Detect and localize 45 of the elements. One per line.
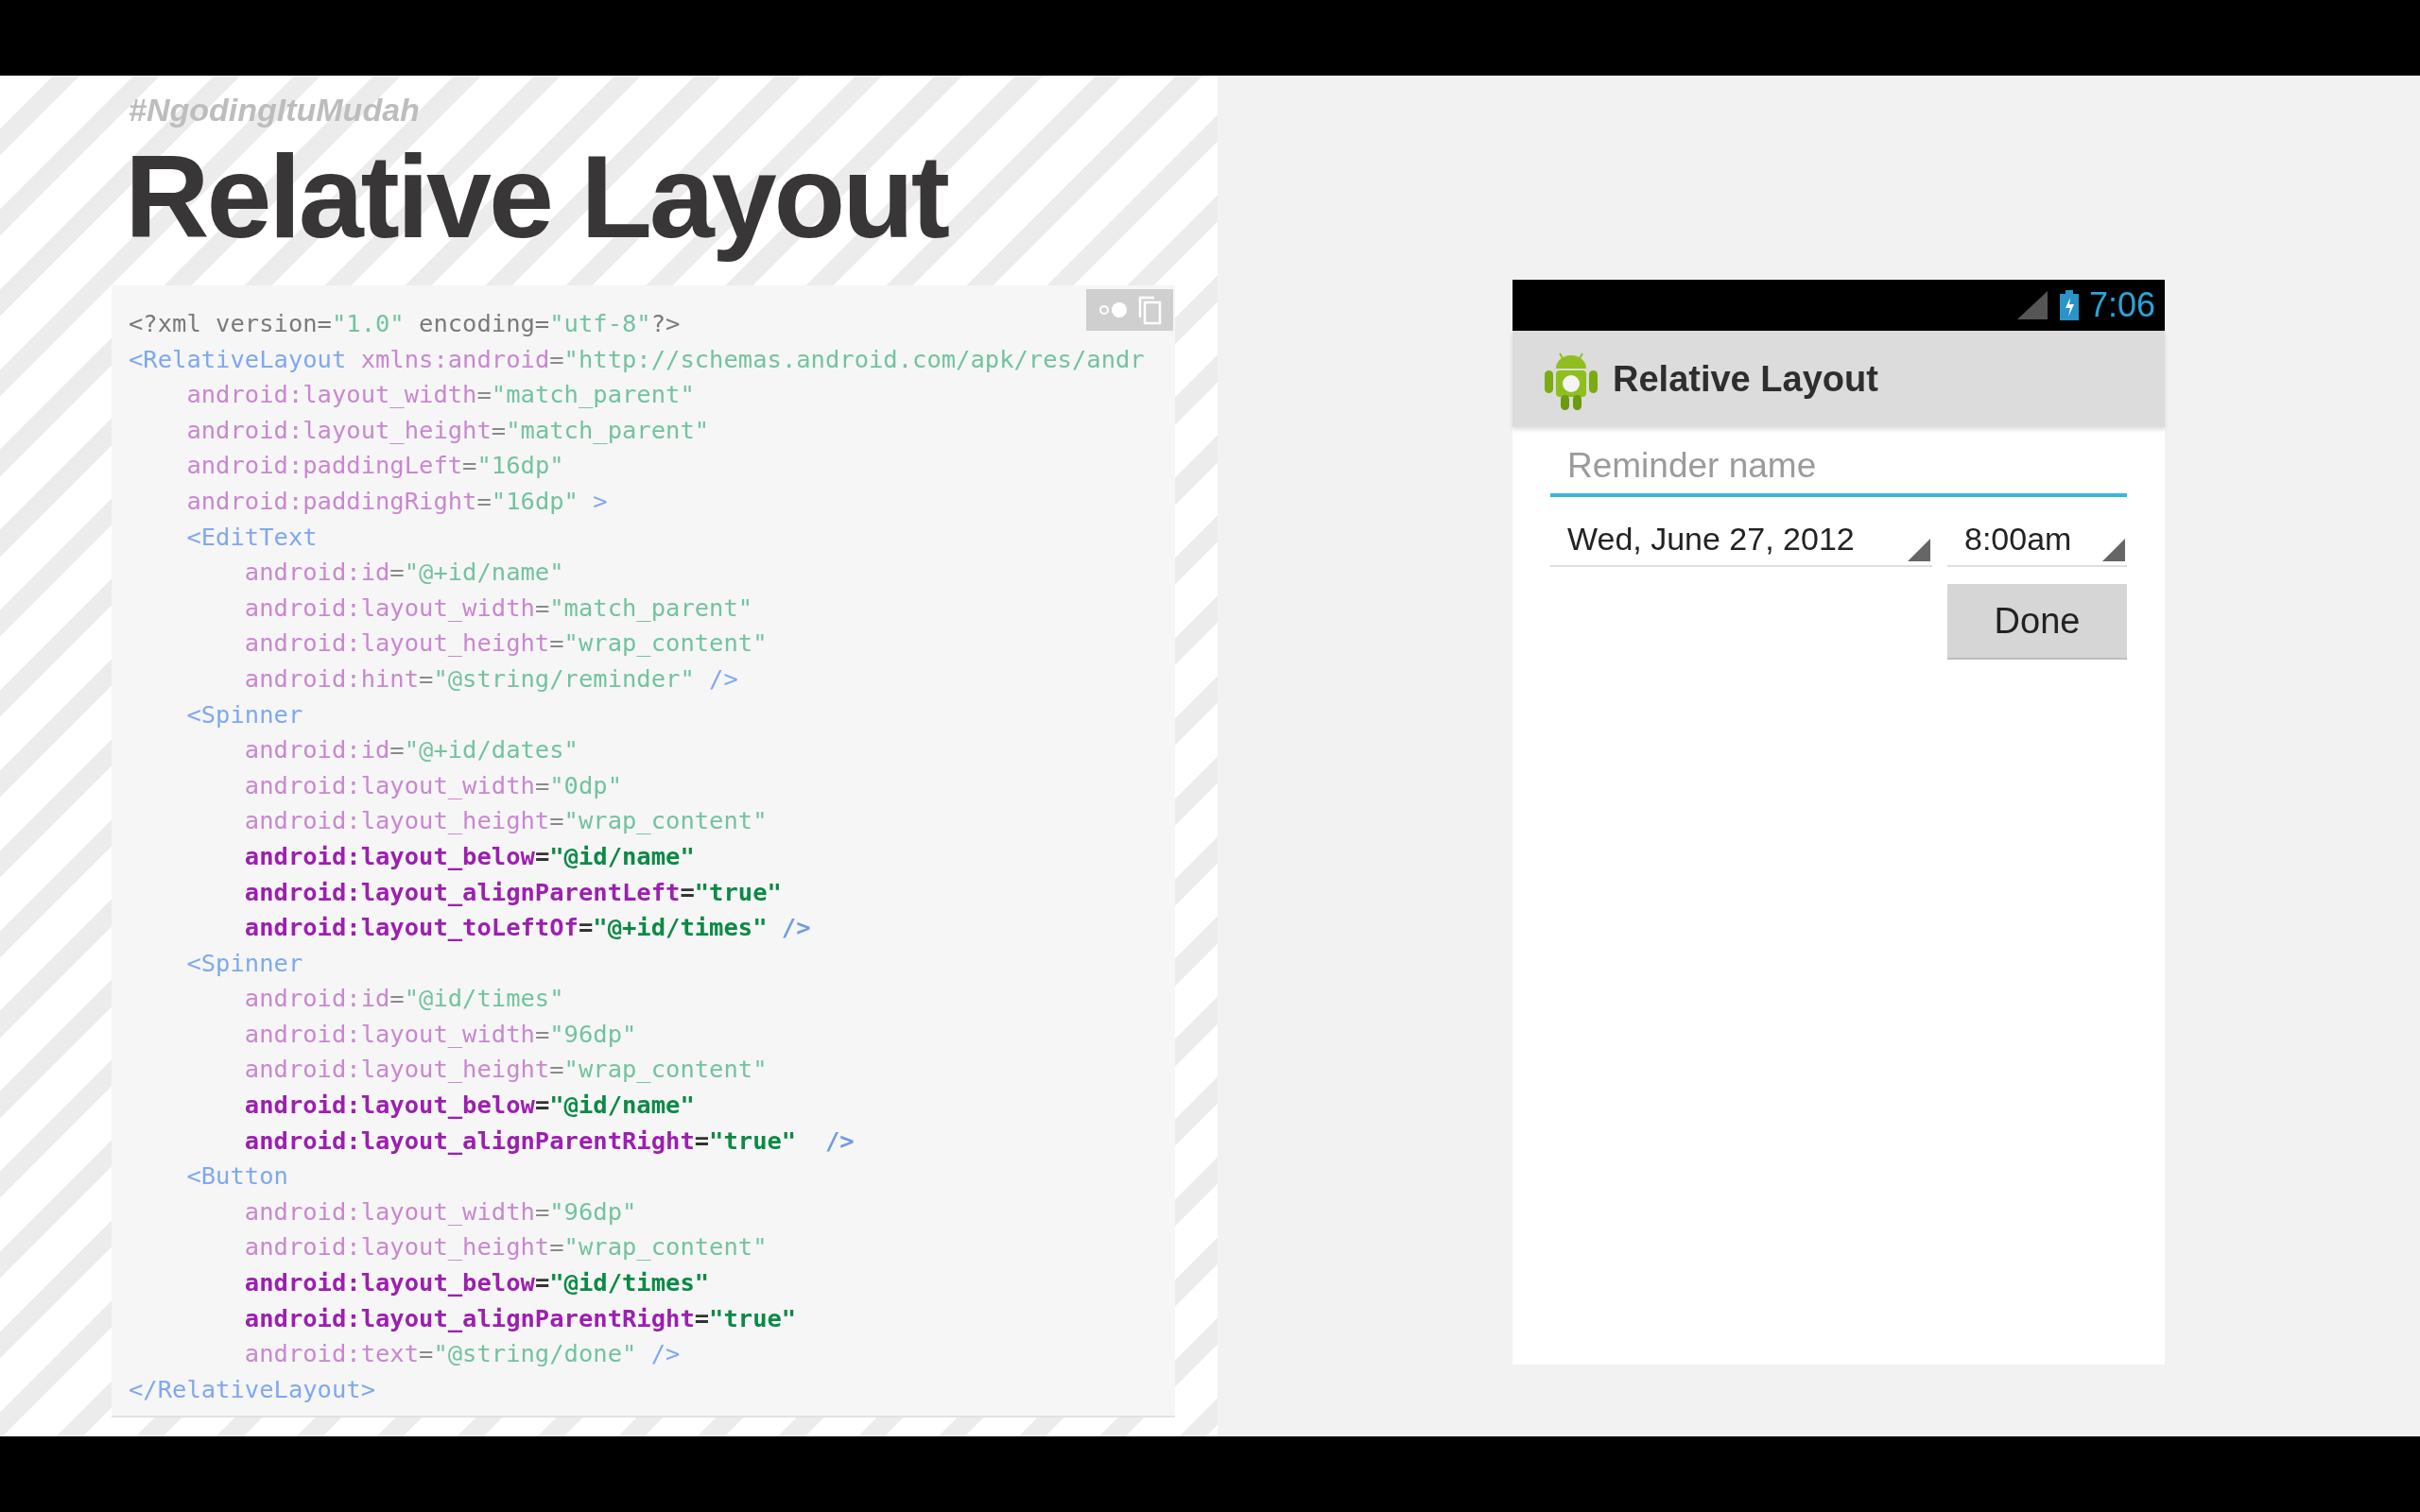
code-line: android:layout_width="0dp" [243,769,622,801]
code-line: android:layout_below="@id/name" [243,1090,695,1122]
code-line: android:layout_height="wrap_content" [243,1231,768,1263]
code-line: <Spinner [185,947,303,979]
code-line: android:layout_height="match_parent" [185,414,710,446]
code-line: android:layout_alignParentRight="true" [243,1302,797,1334]
code-line: </RelativeLayout> [129,1373,375,1405]
code-line: <?xml version="1.0" encoding="utf-8"?> [129,308,681,339]
code-line: <EditText [185,521,318,553]
code-line: android:layout_alignParentLeft="true" [243,876,782,908]
signal-icon [2016,291,2049,319]
copy-icon[interactable] [1137,295,1162,325]
dropdown-corner-icon [2102,539,2125,561]
code-line: android:layout_width="match_parent" [243,592,753,624]
code-line: android:layout_height="wrap_content" [243,805,768,837]
dropdown-corner-icon [1908,539,1930,561]
code-line: android:layout_width="96dp" [243,1018,637,1050]
app-title: Relative Layout [1613,357,1878,401]
code-line: android:paddingRight="16dp" > [185,485,608,517]
code-line: <Spinner [185,698,303,730]
battery-icon [2058,290,2080,320]
theme-toggle-icon[interactable] [1098,301,1130,318]
code-line: android:text="@string/done" /> [243,1338,681,1370]
slide-title: Relative Layout [125,130,947,263]
code-line: <RelativeLayout xmlns:android="http://schemas.android.com/apk/res/andr [129,343,1145,375]
code-line: android:layout_height="wrap_content" [243,627,768,660]
status-time: 7:06 [2088,284,2155,326]
code-line: android:id="@+id/name" [243,557,564,589]
code-line: android:paddingLeft="16dp" [185,450,564,482]
code-line: android:layout_alignParentRight="true" /> [243,1125,855,1157]
code-line: android:hint="@string/reminder" /> [243,662,738,695]
code-line: android:id="@+id/dates" [243,734,579,766]
code-line: android:id="@id/times" [243,983,564,1015]
reminder-name-field[interactable]: Reminder name [1550,438,2127,497]
hashtag: #NgodingItuMudah [129,91,420,129]
code-line: <Button [185,1160,288,1193]
spinner[interactable]: Wed, June 27, 2012 [1550,512,1932,567]
code-line: android:layout_toLeftOf="@+id/times" /> [243,912,811,944]
done-button[interactable]: Done [1947,584,2127,660]
code-line: android:layout_height="wrap_content" [243,1054,768,1086]
code-line: android:layout_below="@id/times" [243,1267,710,1299]
spinner[interactable]: 8:00am [1947,512,2127,567]
code-line: android:layout_width="96dp" [243,1195,637,1228]
code-line: android:layout_below="@id/name" [243,840,695,872]
code-line: android:layout_width="match_parent" [185,379,695,411]
